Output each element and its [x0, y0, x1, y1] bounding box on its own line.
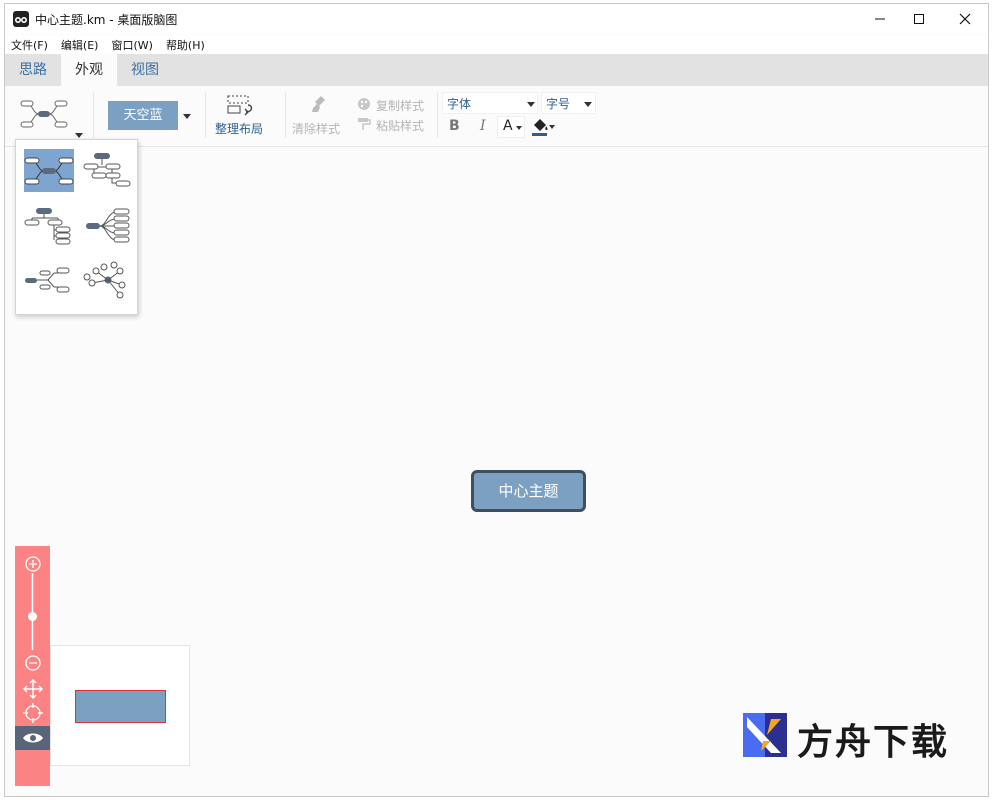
divider — [205, 92, 206, 138]
layout-option-tree[interactable] — [24, 204, 74, 247]
layout-option-free[interactable] — [82, 259, 132, 302]
theme-button[interactable]: 天空蓝 — [108, 101, 178, 130]
font-color-button[interactable]: A — [497, 116, 525, 138]
divider — [437, 92, 438, 138]
paint-bucket-icon — [532, 119, 548, 136]
layout-option-fishbone[interactable] — [82, 204, 132, 247]
bold-button[interactable]: B — [449, 118, 460, 134]
layout-tree-icon — [24, 208, 71, 245]
clear-style-button[interactable]: 清除样式 — [289, 92, 345, 138]
window-title: 中心主题.km - 桌面版脑图 — [35, 13, 178, 27]
chevron-down-icon — [527, 102, 535, 107]
maximize-icon — [914, 14, 924, 24]
eraser-broom-icon — [312, 96, 325, 112]
tab-bar: 思路 外观 视图 — [5, 54, 988, 86]
app-logo-icon — [13, 11, 29, 27]
zoom-in-icon[interactable] — [24, 555, 42, 573]
clear-style-label: 清除样式 — [292, 122, 341, 136]
layout-fishbone-icon — [86, 208, 130, 243]
minimap-viewport[interactable] — [75, 690, 166, 723]
font-family-select[interactable]: 字体 — [442, 92, 538, 114]
tab-idea[interactable]: 思路 — [5, 54, 61, 86]
minimize-icon — [875, 18, 885, 20]
locate-center-icon[interactable] — [23, 703, 43, 723]
arrange-layout-icon — [227, 95, 253, 116]
layout-template-button[interactable] — [19, 94, 87, 138]
menu-window[interactable]: 窗口(W) — [105, 35, 152, 55]
tab-appearance[interactable]: 外观 — [61, 54, 117, 86]
layout-option-timeline[interactable] — [24, 259, 74, 302]
eye-icon — [23, 733, 43, 743]
chevron-down-icon — [516, 126, 522, 130]
background-color-button[interactable] — [529, 116, 559, 138]
layout-mindmap-icon — [24, 157, 74, 185]
paste-style-button[interactable]: 粘贴样式 — [355, 115, 435, 133]
copy-style-label: 复制样式 — [376, 99, 425, 113]
italic-button[interactable]: I — [480, 118, 486, 134]
chevron-down-icon — [549, 125, 555, 129]
watermark-logo: 方舟下载 — [741, 711, 961, 763]
layout-org-chart-icon — [83, 153, 131, 187]
root-topic-node[interactable]: 中心主题 — [471, 470, 586, 512]
divider — [285, 92, 286, 138]
toggle-navigator-button[interactable] — [15, 726, 50, 750]
chevron-down-icon — [584, 102, 592, 107]
close-button[interactable] — [942, 4, 988, 34]
arrange-layout-button[interactable]: 整理布局 — [213, 92, 267, 138]
arrange-layout-label: 整理布局 — [215, 122, 264, 136]
title-bar: 中心主题.km - 桌面版脑图 — [5, 4, 988, 34]
maximize-button[interactable] — [896, 4, 942, 34]
layout-timeline-icon — [25, 267, 70, 293]
font-color-label: A — [503, 118, 513, 134]
divider — [93, 92, 94, 138]
font-size-select[interactable]: 字号 — [541, 92, 596, 114]
zoom-out-icon[interactable] — [24, 654, 42, 672]
minimap-navigator[interactable] — [50, 645, 190, 766]
zoom-panel — [15, 546, 50, 786]
chevron-down-icon — [75, 133, 83, 138]
zoom-slider-handle[interactable] — [28, 612, 37, 621]
paint-roller-icon — [358, 118, 371, 130]
paste-style-label: 粘贴样式 — [376, 119, 425, 133]
watermark-logo-icon — [743, 713, 787, 757]
layout-free-icon — [83, 261, 126, 299]
font-size-value: 字号 — [546, 97, 571, 111]
theme-dropdown-chevron-icon[interactable] — [183, 114, 191, 119]
tab-view[interactable]: 视图 — [117, 54, 173, 86]
menu-help[interactable]: 帮助(H) — [160, 35, 205, 55]
menu-bar: 文件(F) 编辑(E) 窗口(W) 帮助(H) — [5, 35, 988, 55]
menu-edit[interactable]: 编辑(E) — [55, 35, 99, 55]
menu-file[interactable]: 文件(F) — [5, 35, 48, 55]
layout-template-menu — [15, 139, 138, 315]
font-family-value: 字体 — [447, 97, 472, 111]
layout-option-org-chart[interactable] — [82, 149, 132, 192]
copy-style-button[interactable]: 复制样式 — [355, 95, 435, 113]
mindmap-layout-icon — [20, 100, 68, 128]
move-pan-icon[interactable] — [23, 679, 43, 699]
watermark-text: 方舟下载 — [797, 722, 950, 763]
app-window: 中心主题.km - 桌面版脑图 文件(F) 编辑(E) 窗口(W) 帮助(H) … — [4, 3, 989, 797]
palette-icon — [358, 98, 370, 110]
close-icon — [959, 13, 971, 25]
layout-option-mindmap[interactable] — [24, 149, 74, 192]
